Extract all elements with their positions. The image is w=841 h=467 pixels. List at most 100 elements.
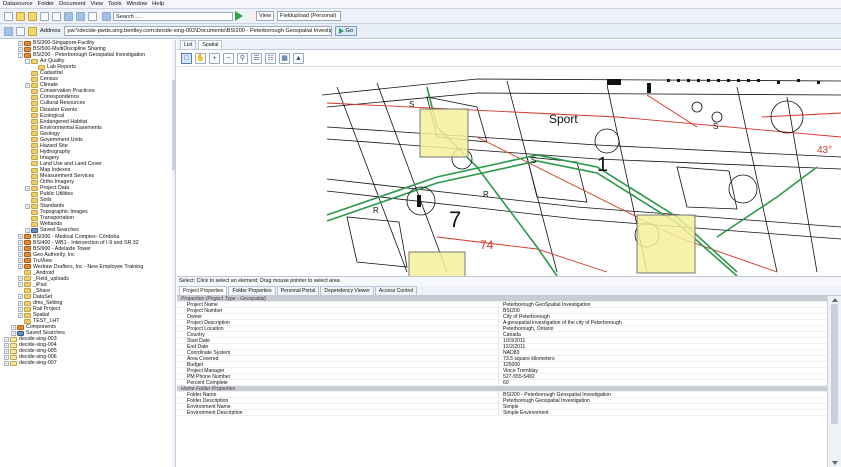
tab-access-control[interactable]: Access Control	[374, 286, 418, 295]
new-folder-icon[interactable]	[28, 11, 37, 21]
expand-icon[interactable]: +	[4, 354, 9, 360]
expand-icon[interactable]: +	[11, 330, 16, 336]
map-label-s1: S	[409, 100, 414, 109]
expand-icon[interactable]: +	[18, 46, 23, 52]
property-value[interactable]: BSI200	[499, 308, 827, 313]
scroll-down-icon[interactable]	[832, 461, 838, 465]
tab-list[interactable]: List	[180, 40, 197, 49]
expand-icon[interactable]: +	[4, 342, 9, 348]
expand-icon[interactable]: +	[18, 252, 23, 258]
folder-icon	[31, 88, 38, 94]
expand-icon[interactable]: +	[18, 282, 23, 288]
property-value[interactable]: Peterborough, Ontario	[499, 326, 827, 331]
menu-help[interactable]: Help	[152, 1, 164, 7]
expand-icon[interactable]: +	[18, 246, 23, 252]
menu-tools[interactable]: Tools	[108, 1, 122, 7]
forward-icon[interactable]	[16, 26, 25, 36]
property-value[interactable]: A geospatial investigation of the city o…	[499, 320, 827, 325]
search-icon[interactable]	[102, 11, 111, 21]
expand-icon[interactable]: +	[4, 348, 9, 354]
property-value[interactable]: Simple Environment	[499, 410, 827, 415]
properties-scroll-thumb[interactable]	[831, 304, 838, 424]
menu-window[interactable]: Window	[127, 1, 148, 7]
scroll-up-icon[interactable]	[832, 298, 838, 302]
tab-dependency-viewer[interactable]: Dependency Viewer	[320, 286, 374, 295]
copy-icon[interactable]	[40, 11, 49, 21]
tab-personal-portal[interactable]: Personal Portal	[276, 286, 320, 295]
property-value[interactable]: 12/2/2011	[499, 344, 827, 349]
view-select[interactable]: Fieldupload (Personal)	[277, 11, 342, 21]
expand-icon[interactable]: +	[4, 361, 9, 366]
property-value[interactable]: City of Peterborough	[499, 314, 827, 319]
expand-icon[interactable]: +	[18, 312, 23, 318]
expand-icon[interactable]: +	[25, 203, 30, 209]
search-go-icon[interactable]	[235, 11, 243, 21]
collapse-icon[interactable]: -	[18, 52, 23, 58]
property-value[interactable]: Canada	[499, 332, 827, 337]
property-value[interactable]: BSI200 - Peterborough Geospatial Investi…	[499, 392, 827, 397]
property-value[interactable]: 10/3/2011	[499, 338, 827, 343]
zoom-out-icon[interactable]: −	[223, 52, 234, 64]
expand-icon[interactable]: +	[18, 240, 23, 246]
tree-item[interactable]: + decide-sing-007	[0, 360, 175, 366]
property-value[interactable]: Vince Tremblay	[499, 368, 827, 373]
list-view-icon[interactable]	[76, 11, 85, 21]
table-icon[interactable]: ▦	[279, 52, 290, 64]
search-input[interactable]: Search .....	[113, 11, 233, 21]
expand-icon[interactable]: +	[25, 185, 30, 191]
expand-icon[interactable]: +	[18, 234, 23, 240]
property-value[interactable]: Peterborough GeoSpatial Investigation	[499, 302, 827, 307]
go-button[interactable]: Go	[334, 26, 357, 36]
properties-scrollbar[interactable]	[827, 296, 841, 467]
image-icon[interactable]: ▲	[293, 52, 304, 64]
properties-icon[interactable]	[88, 11, 97, 21]
tab-folder-properties[interactable]: Folder Properties	[228, 286, 276, 295]
property-value[interactable]: 73.5 square kilometers	[499, 356, 827, 361]
expand-icon[interactable]: +	[18, 306, 23, 312]
expand-icon[interactable]: +	[4, 336, 9, 342]
expand-icon[interactable]: +	[18, 294, 23, 300]
new-document-icon[interactable]	[4, 11, 13, 21]
collapse-icon[interactable]: -	[25, 58, 30, 64]
expand-icon[interactable]: +	[18, 40, 23, 46]
expand-icon[interactable]: +	[25, 82, 30, 88]
menu-folder[interactable]: Folder	[38, 1, 54, 7]
paste-icon[interactable]	[52, 11, 61, 21]
tree-scroll-thumb[interactable]	[172, 80, 175, 170]
property-value[interactable]: 60	[499, 380, 827, 385]
property-value[interactable]: Simple	[499, 404, 827, 409]
property-value[interactable]: Peterborough Geospatial Investigation	[499, 398, 827, 403]
expand-icon[interactable]: +	[18, 276, 23, 282]
legend-icon[interactable]: ☷	[265, 52, 276, 64]
property-row[interactable]: Environment Description Simple Environmen…	[177, 410, 827, 417]
property-value[interactable]: 527-555-5492	[499, 374, 827, 379]
menu-document[interactable]: Document	[59, 1, 85, 7]
expand-icon[interactable]: +	[11, 324, 16, 330]
property-value[interactable]: NAD83	[499, 350, 827, 355]
expand-icon[interactable]: +	[25, 227, 30, 233]
up-folder-icon[interactable]	[28, 26, 37, 36]
tree-scrollbar[interactable]	[172, 40, 175, 467]
back-icon[interactable]	[4, 26, 13, 36]
select-tool-icon[interactable]: □	[181, 52, 192, 64]
pan-hand-icon[interactable]: ✋	[195, 52, 206, 64]
map-view[interactable]: Sport 43° 74 7 1 R R S S S	[177, 67, 841, 276]
property-name: PM Phone Number	[177, 374, 499, 380]
expand-icon[interactable]: +	[18, 264, 23, 270]
details-view-icon[interactable]	[64, 11, 73, 21]
zoom-in-icon[interactable]: +	[209, 52, 220, 64]
property-value[interactable]: 125000	[499, 362, 827, 367]
expand-icon[interactable]: +	[18, 300, 23, 306]
layers-icon[interactable]: ☰	[251, 52, 262, 64]
properties-tabs: Project Properties Folder Properties Per…	[177, 286, 841, 296]
zoom-extents-icon[interactable]: ⚲	[237, 52, 248, 64]
menu-datasource[interactable]: Datasource	[3, 1, 33, 7]
expand-icon[interactable]: +	[18, 258, 23, 264]
tab-spatial[interactable]: Spatial	[198, 40, 223, 49]
tab-project-properties[interactable]: Project Properties	[179, 286, 228, 295]
property-name: Area Covered	[177, 356, 499, 362]
open-folder-icon[interactable]	[16, 11, 25, 21]
address-input[interactable]: pw:\\decide-pwds.sing.bentley.com:decide…	[63, 26, 332, 36]
folder-icon	[38, 64, 45, 70]
menu-view[interactable]: View	[91, 1, 103, 7]
